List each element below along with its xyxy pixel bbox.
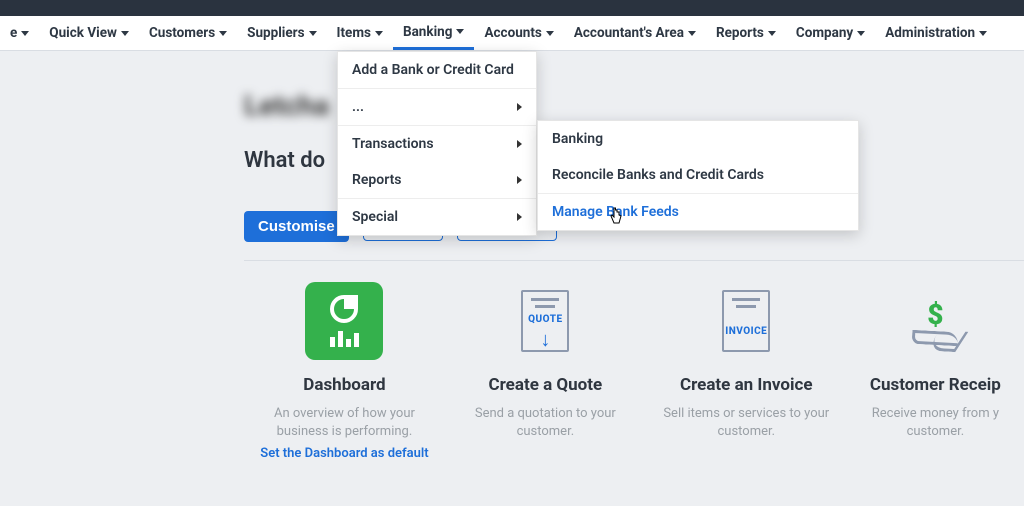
banking-dropdown: Add a Bank or Credit Card ... Transactio… — [337, 51, 537, 236]
menu-item-suppliers[interactable]: Suppliers — [237, 16, 326, 50]
card-customer-receipt[interactable]: $ Customer Receip Receive money from y c… — [847, 275, 1024, 465]
caret-down-icon — [546, 31, 554, 36]
banking-submenu: Banking Reconcile Banks and Credit Cards… — [537, 120, 859, 231]
caret-down-icon — [768, 31, 776, 36]
caret-down-icon — [121, 31, 129, 36]
dropdown-label: ... — [352, 99, 364, 115]
card-title: Create an Invoice — [652, 375, 841, 395]
menu-label: Accounts — [484, 25, 541, 41]
caret-down-icon — [979, 31, 987, 36]
card-desc: Receive money from y customer. — [853, 405, 1018, 440]
menu-item-e[interactable]: e — [0, 16, 39, 50]
menu-label: Administration — [885, 25, 975, 41]
dollar-icon: $ — [927, 298, 943, 331]
menu-label: Customers — [149, 25, 215, 41]
receipt-icon: $ — [853, 279, 1018, 363]
invoice-icon: INVOICE — [652, 279, 841, 363]
dropdown-special[interactable]: Special — [338, 198, 536, 235]
card-desc: Send a quotation to your customer. — [451, 405, 640, 440]
menu-item-reports[interactable]: Reports — [706, 16, 786, 50]
card-title: Customer Receip — [853, 375, 1018, 395]
dropdown-transactions[interactable]: Transactions — [338, 125, 536, 162]
doc-label: QUOTE — [528, 314, 562, 325]
menu-label: Accountant's Area — [574, 25, 684, 41]
dropdown-label: Transactions — [352, 136, 434, 152]
menu-item-banking[interactable]: Banking — [393, 16, 474, 50]
doc-label: INVOICE — [725, 326, 767, 337]
card-title: Dashboard — [250, 375, 439, 395]
card-dashboard[interactable]: Dashboard An overview of how your busine… — [244, 275, 445, 465]
caret-down-icon — [688, 31, 696, 36]
caret-right-icon — [517, 140, 522, 148]
caret-right-icon — [517, 176, 522, 184]
card-title: Create a Quote — [451, 375, 640, 395]
menubar: e Quick View Customers Suppliers Items B… — [0, 16, 1024, 51]
topbar — [0, 0, 1024, 16]
card-create-quote[interactable]: QUOTE ↓ Create a Quote Send a quotation … — [445, 275, 646, 465]
menu-item-customers[interactable]: Customers — [139, 16, 237, 50]
caret-right-icon — [517, 103, 522, 111]
card-create-invoice[interactable]: INVOICE Create an Invoice Sell items or … — [646, 275, 847, 465]
menu-label: Suppliers — [247, 25, 304, 41]
dropdown-reports[interactable]: Reports — [338, 162, 536, 198]
menu-label: Items — [337, 25, 371, 41]
dropdown-add-bank-or-card[interactable]: Add a Bank or Credit Card — [338, 52, 536, 88]
menu-label: Banking — [403, 24, 452, 40]
submenu-reconcile[interactable]: Reconcile Banks and Credit Cards — [538, 157, 858, 193]
cursor-pointer-icon — [608, 207, 624, 231]
menu-label: Quick View — [49, 25, 117, 41]
caret-down-icon — [375, 31, 383, 36]
caret-down-icon — [456, 29, 464, 34]
arrow-down-icon: ↓ — [540, 329, 550, 349]
card-desc: An overview of how your business is perf… — [250, 405, 439, 440]
dashboard-icon — [250, 279, 439, 363]
menu-item-administration[interactable]: Administration — [875, 16, 997, 50]
submenu-manage-bank-feeds[interactable]: Manage Bank Feeds — [538, 193, 858, 230]
menu-label: e — [10, 25, 17, 41]
menu-item-accounts[interactable]: Accounts — [474, 16, 563, 50]
dropdown-label: Reports — [352, 172, 402, 188]
caret-down-icon — [219, 31, 227, 36]
caret-down-icon — [309, 31, 317, 36]
customise-button[interactable]: Customise — [244, 211, 349, 242]
caret-down-icon — [21, 31, 29, 36]
menu-item-items[interactable]: Items — [327, 16, 393, 50]
card-desc: Sell items or services to your customer. — [652, 405, 841, 440]
caret-right-icon — [517, 213, 522, 221]
caret-down-icon — [857, 31, 865, 36]
menu-item-company[interactable]: Company — [786, 16, 875, 50]
hand-icon — [912, 329, 959, 345]
menu-label: Reports — [716, 25, 764, 41]
dropdown-label: Special — [352, 209, 398, 225]
quick-actions-row: Dashboard An overview of how your busine… — [244, 260, 1024, 465]
dropdown-label: Add a Bank or Credit Card — [352, 62, 514, 78]
dashboard-default-link[interactable]: Set the Dashboard as default — [260, 446, 428, 461]
dropdown-ellipsis[interactable]: ... — [338, 88, 536, 125]
quote-icon: QUOTE ↓ — [451, 279, 640, 363]
menu-label: Company — [796, 25, 853, 41]
menu-item-accountants-area[interactable]: Accountant's Area — [564, 16, 706, 50]
submenu-banking[interactable]: Banking — [538, 121, 858, 157]
menu-item-quick-view[interactable]: Quick View — [39, 16, 139, 50]
